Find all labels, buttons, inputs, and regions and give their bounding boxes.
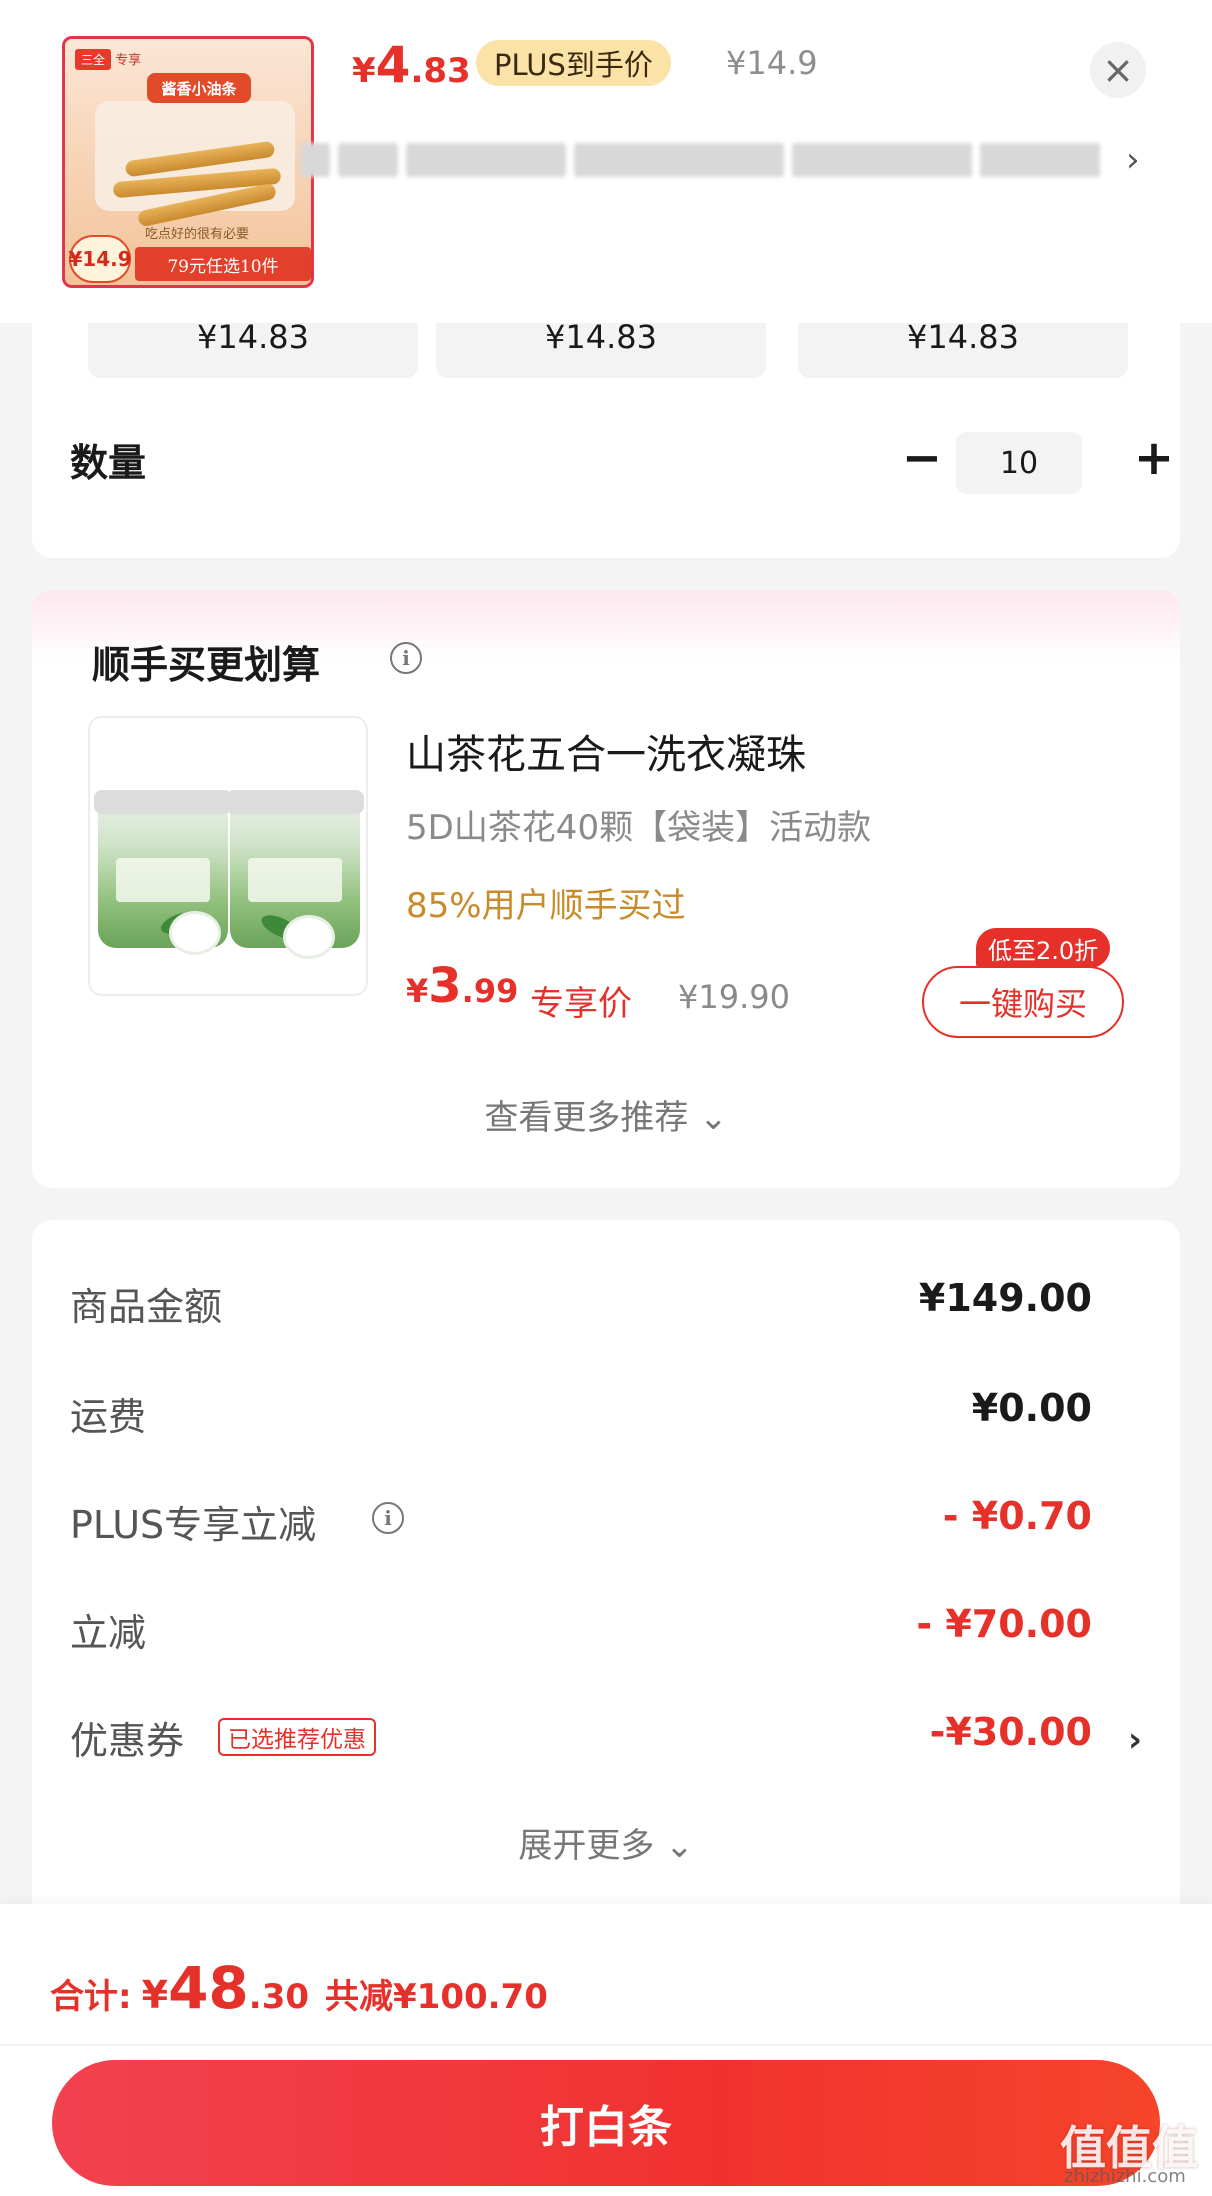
chevron-right-icon[interactable]: › — [1126, 140, 1140, 180]
quantity-increase-button[interactable]: + — [1126, 430, 1182, 486]
summary-label-goods-amount: 商品金额 — [70, 1285, 223, 1329]
spec-card: ¥14.83 ¥14.83 ¥14.83 数量 − + — [32, 290, 1180, 558]
plus-price-tag: PLUS到手价 — [476, 40, 671, 86]
summary-label-instant-discount: 立减 — [70, 1611, 147, 1655]
blur-block — [338, 143, 398, 177]
original-price: ¥14.9 — [726, 44, 818, 82]
product-thumbnail[interactable]: 三全 专享 酱香小油条 吃点好的很有必要 ¥14.9 79元任选10件 — [62, 36, 314, 288]
close-button[interactable]: × — [1090, 42, 1146, 98]
total-amount: 合计: ¥ 48 .30 共减¥100.70 — [50, 1954, 548, 2022]
recommend-price-label: 专享价 — [530, 984, 632, 1024]
recommend-product-name[interactable]: 山茶花五合一洗衣凝珠 — [406, 722, 806, 780]
close-icon: × — [1102, 48, 1134, 92]
summary-value-goods-amount: ¥149.00 — [918, 1276, 1092, 1320]
brand-tag: 三全 专享 — [75, 49, 167, 71]
package-slogan: 吃点好的很有必要 — [145, 227, 250, 242]
blurred-product-title[interactable] — [300, 128, 1160, 192]
coupon-recommended-tag: 已选推荐优惠 — [218, 1718, 376, 1756]
package-label: 酱香小油条 — [147, 73, 251, 103]
thumbnail-promo-tagline: 79元任选10件 — [135, 247, 311, 281]
recommend-social-proof: 85%用户顺手买过 — [406, 886, 686, 926]
flower-icon — [286, 918, 332, 956]
summary-label-coupon: 优惠券 — [70, 1719, 185, 1763]
info-icon[interactable]: i — [372, 1502, 404, 1534]
discount-badge: 低至2.0折 — [976, 928, 1111, 968]
summary-value-shipping: ¥0.00 — [971, 1386, 1092, 1430]
pay-with-baitiao-button[interactable]: 打白条 — [52, 2060, 1160, 2186]
chevron-right-icon[interactable]: › — [1128, 1720, 1142, 1760]
flower-icon — [172, 914, 218, 952]
one-click-buy-button[interactable]: 一键购买 — [922, 966, 1124, 1038]
recommend-card: 顺手买更划算 i 山茶花五合一洗衣凝珠 5D山茶花40颗【袋装】活动款 85%用… — [32, 590, 1180, 1188]
more-recommend-link[interactable]: 查看更多推荐 ⌄ — [32, 1090, 1180, 1139]
summary-value-coupon[interactable]: -¥30.00 — [930, 1710, 1092, 1754]
recommend-original-price: ¥19.90 — [678, 978, 790, 1016]
order-summary-card: 商品金额 ¥149.00 运费 ¥0.00 PLUS专享立减 i - ¥0.70… — [32, 1220, 1180, 1940]
info-icon[interactable]: i — [390, 642, 422, 674]
summary-label-plus-discount: PLUS专享立减 — [70, 1503, 317, 1547]
total-saved: 共减¥100.70 — [325, 1977, 548, 2017]
recommend-product-image[interactable] — [88, 716, 368, 996]
blur-block — [574, 143, 784, 177]
summary-value-plus-discount: - ¥0.70 — [942, 1494, 1092, 1538]
watermark-site: zhizhizhi.com — [1064, 2166, 1186, 2187]
recommend-product-spec: 5D山茶花40颗【袋装】活动款 — [406, 808, 872, 848]
quantity-input[interactable] — [956, 432, 1082, 494]
quantity-decrease-button[interactable]: − — [894, 430, 950, 486]
summary-label-shipping: 运费 — [70, 1395, 147, 1439]
blur-block — [406, 143, 566, 177]
product-header: 三全 专享 酱香小油条 吃点好的很有必要 ¥14.9 79元任选10件 ¥ 4 … — [0, 0, 1212, 323]
thumbnail-price-badge: ¥14.9 — [68, 235, 132, 283]
recommend-title: 顺手买更划算 — [92, 643, 321, 687]
recommend-price: ¥ 3 .99 — [406, 958, 519, 1014]
quantity-label: 数量 — [70, 441, 147, 485]
plus-icon: + — [1133, 430, 1175, 486]
expand-more-link[interactable]: 展开更多 ⌄ — [32, 1818, 1180, 1867]
summary-value-instant-discount: - ¥70.00 — [916, 1602, 1092, 1646]
blur-block — [300, 143, 330, 177]
plus-price: ¥ 4 .83 — [352, 36, 471, 94]
blur-block — [980, 143, 1100, 177]
divider — [0, 2044, 1212, 2046]
blur-block — [792, 143, 972, 177]
minus-icon: − — [901, 430, 943, 486]
checkout-bar: 合计: ¥ 48 .30 共减¥100.70 打白条 — [0, 1904, 1212, 2196]
